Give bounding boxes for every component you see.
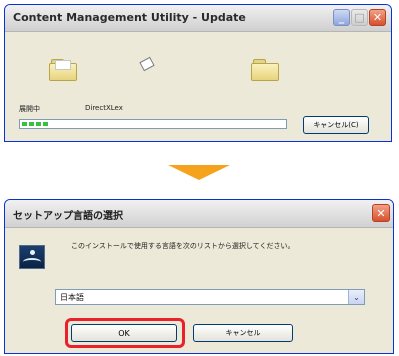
file-copy-icon: [139, 56, 155, 72]
update-dialog-title: Content Management Utility - Update: [13, 11, 246, 24]
maximize-icon: □: [354, 11, 365, 24]
language-select-value: 日本語: [60, 293, 84, 302]
language-select[interactable]: 日本語 ⌄: [55, 289, 365, 305]
language-dialog-close-button[interactable]: ✕: [372, 204, 390, 222]
close-icon: ✕: [376, 206, 386, 220]
language-cancel-button[interactable]: キャンセル: [193, 324, 293, 342]
cancel-button[interactable]: キャンセル(C): [303, 116, 369, 134]
ok-button[interactable]: OK: [71, 324, 177, 342]
status-label: 展開中: [19, 105, 40, 113]
destination-folder-icon: [251, 59, 279, 81]
language-cancel-button-label: キャンセル: [225, 329, 261, 337]
close-button[interactable]: ✕: [369, 9, 386, 26]
progress-fill: [22, 122, 49, 126]
language-dialog-title: セットアップ言語の選択: [13, 211, 123, 222]
ok-button-label: OK: [118, 328, 130, 338]
maximize-button[interactable]: □: [351, 9, 368, 26]
update-dialog: Content Management Utility - Update _ □ …: [4, 4, 392, 142]
minimize-icon: _: [338, 11, 345, 24]
installer-icon: [19, 245, 45, 269]
dropdown-button[interactable]: ⌄: [348, 290, 364, 304]
minimize-button[interactable]: _: [333, 9, 350, 26]
cancel-button-label: キャンセル(C): [313, 121, 359, 129]
instruction-text: このインストールで使用する言語を次のリストから選択してください。: [71, 242, 295, 250]
close-icon: ✕: [372, 11, 383, 24]
progress-bar: [19, 119, 287, 129]
down-arrow-icon: [168, 165, 230, 180]
chevron-down-icon: ⌄: [353, 292, 360, 302]
update-dialog-titlebar[interactable]: Content Management Utility - Update _ □ …: [5, 5, 391, 32]
language-selection-dialog: セットアップ言語の選択 ✕ このインストールで使用する言語を次のリストから選択し…: [4, 199, 394, 354]
file-name: DirectXLex: [85, 104, 123, 112]
language-dialog-titlebar[interactable]: セットアップ言語の選択 ✕: [5, 200, 393, 228]
source-folder-icon: [49, 59, 77, 81]
